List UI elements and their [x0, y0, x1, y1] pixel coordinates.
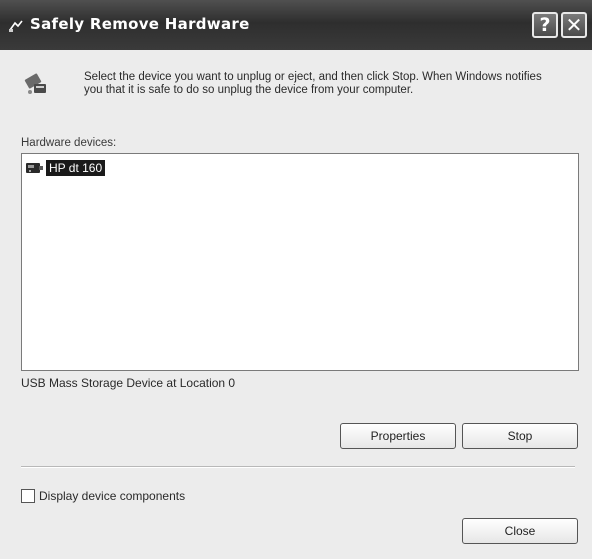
stop-button[interactable]: Stop: [462, 423, 578, 449]
window-title: Safely Remove Hardware: [30, 15, 250, 33]
hardware-eject-icon: [24, 73, 46, 94]
display-components-option[interactable]: Display device components: [21, 489, 185, 503]
safely-remove-hardware-dialog: Safely Remove Hardware ? ✕ Select the de…: [0, 0, 592, 559]
separator: [21, 466, 575, 468]
instruction-text: Select the device you want to unplug or …: [84, 71, 542, 96]
close-button[interactable]: Close: [462, 518, 578, 544]
close-window-button[interactable]: ✕: [561, 12, 587, 38]
hardware-title-icon: [9, 20, 23, 32]
device-description: USB Mass Storage Device at Location 0: [21, 376, 236, 390]
hardware-devices-list[interactable]: HP dt 160: [21, 153, 579, 371]
title-bar[interactable]: Safely Remove Hardware ? ✕: [0, 0, 592, 50]
display-components-label[interactable]: Display device components: [39, 489, 185, 503]
list-item[interactable]: HP dt 160: [24, 159, 106, 177]
list-item-label: HP dt 160: [46, 160, 106, 176]
properties-button[interactable]: Properties: [340, 423, 456, 449]
hardware-devices-label: Hardware devices:: [21, 137, 117, 149]
display-components-checkbox[interactable]: [21, 489, 35, 503]
help-button[interactable]: ?: [532, 12, 558, 38]
usb-device-icon: [26, 163, 43, 173]
